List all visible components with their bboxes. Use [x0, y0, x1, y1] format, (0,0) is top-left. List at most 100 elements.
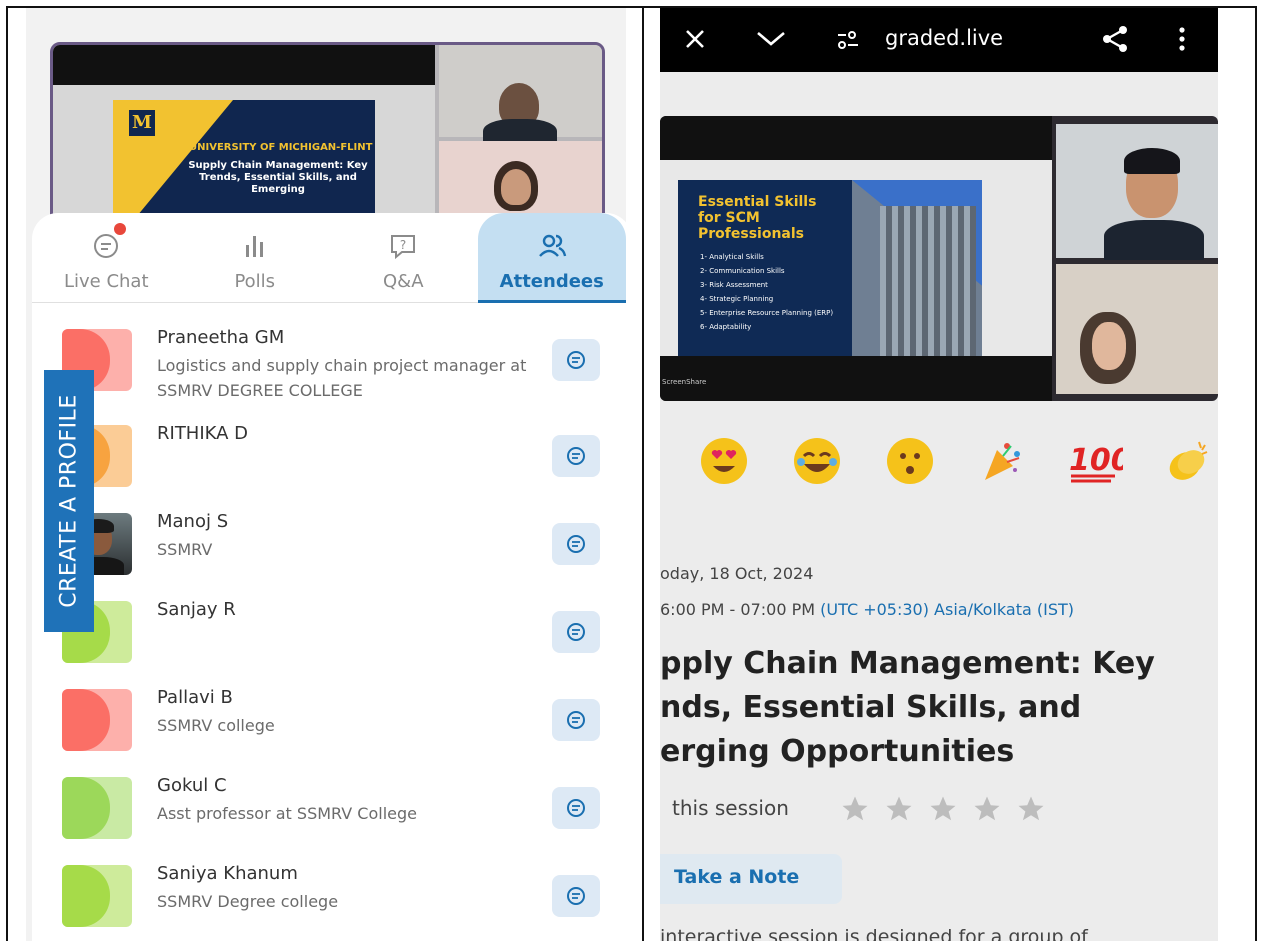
participant-camera: [1056, 264, 1218, 394]
star-icon[interactable]: [840, 794, 870, 828]
attendee-row[interactable]: RITHIKA D: [32, 409, 626, 497]
message-button[interactable]: [552, 699, 600, 741]
tab-live-chat[interactable]: Live Chat: [32, 213, 181, 302]
slide-item: 4- Strategic Planning: [700, 295, 774, 303]
svg-text:?: ?: [400, 238, 406, 252]
attendee-list: Praneetha GM Logistics and supply chain p…: [32, 313, 626, 937]
university-name: UNIVERSITY OF MICHIGAN-FLINT: [189, 142, 373, 153]
rate-label: this session: [672, 796, 789, 820]
video-stream[interactable]: M UNIVERSITY OF MICHIGAN-FLINT Supply Ch…: [50, 42, 605, 242]
screenshot-frame: M UNIVERSITY OF MICHIGAN-FLINT Supply Ch…: [6, 6, 1257, 941]
site-settings-icon[interactable]: [836, 30, 860, 50]
attendee-row[interactable]: Gokul C Asst professor at SSMRV College: [32, 761, 626, 849]
slide-item: 1- Analytical Skills: [700, 253, 764, 261]
attendee-name: Sanjay R: [157, 599, 236, 620]
message-button[interactable]: [552, 339, 600, 381]
star-icon[interactable]: [972, 794, 1002, 828]
attendee-row[interactable]: Manoj S SSMRV: [32, 497, 626, 585]
attendee-name: Praneetha GM: [157, 327, 285, 348]
star-icon[interactable]: [928, 794, 958, 828]
party-popper-emoji[interactable]: [974, 433, 1030, 489]
bar-chart-icon: [245, 236, 263, 257]
url-text[interactable]: graded.live: [885, 26, 1003, 50]
message-icon: [567, 351, 585, 369]
attendee-row[interactable]: Saniya Khanum SSMRV Degree college: [32, 849, 626, 937]
reaction-bar: 100: [696, 433, 1216, 493]
message-icon: [567, 887, 585, 905]
message-button[interactable]: [552, 523, 600, 565]
attendee-row[interactable]: Praneetha GM Logistics and supply chain p…: [32, 313, 626, 409]
avatar: [62, 865, 132, 927]
session-date: oday, 18 Oct, 2024: [660, 564, 814, 583]
star-icon[interactable]: [1016, 794, 1046, 828]
message-icon: [567, 711, 585, 729]
slide-item: 6- Adaptability: [700, 323, 752, 331]
session-title: pply Chain Management: Key nds, Essentia…: [660, 646, 1155, 769]
share-icon[interactable]: [1100, 24, 1130, 54]
attendee-name: Pallavi B: [157, 687, 233, 708]
star-rating: [840, 794, 1046, 828]
avatar: [62, 689, 132, 751]
engagement-panel: Live Chat Polls ? Q&A Attendees Praneeth…: [32, 213, 626, 941]
message-button[interactable]: [552, 787, 600, 829]
tab-bar: Live Chat Polls ? Q&A Attendees: [32, 213, 626, 303]
attendee-subtitle: SSMRV college: [157, 716, 275, 735]
left-panel: M UNIVERSITY OF MICHIGAN-FLINT Supply Ch…: [26, 8, 626, 941]
svg-text:100: 100: [1069, 443, 1123, 478]
divider: [642, 8, 644, 941]
create-profile-button[interactable]: CREATE A PROFILE: [44, 370, 94, 632]
speaker-camera: [439, 45, 602, 149]
attendee-row[interactable]: Pallavi B SSMRV college: [32, 673, 626, 761]
attendee-subtitle: SSMRV: [157, 540, 213, 559]
message-button[interactable]: [552, 875, 600, 917]
unread-badge: [114, 223, 126, 235]
close-icon[interactable]: [684, 28, 706, 50]
hundred-emoji[interactable]: 100: [1067, 433, 1123, 489]
laughing-emoji[interactable]: [789, 433, 845, 489]
screen-share: Essential Skills for SCM Professionals 1…: [660, 116, 1052, 401]
attendee-name: Saniya Khanum: [157, 863, 298, 884]
university-logo: M: [129, 110, 155, 136]
attendee-row[interactable]: Sanjay R: [32, 585, 626, 673]
speaker-camera: [1056, 124, 1218, 260]
screenshare-label: ScreenShare: [662, 378, 707, 386]
clapping-emoji[interactable]: [1160, 433, 1216, 489]
slide-title: Essential Skills for SCM Professionals: [698, 194, 817, 242]
tab-qa[interactable]: ? Q&A: [329, 213, 478, 302]
message-icon: [567, 447, 585, 465]
attendee-subtitle: Logistics and supply chain project manag…: [157, 356, 527, 400]
attendee-name: Gokul C: [157, 775, 227, 796]
question-bubble-icon: ?: [391, 235, 416, 260]
session-description: interactive session is designed for a gr…: [660, 926, 1088, 941]
video-stream[interactable]: Essential Skills for SCM Professionals 1…: [660, 116, 1218, 401]
star-icon[interactable]: [884, 794, 914, 828]
timezone-link[interactable]: (UTC +05:30) Asia/Kolkata (IST): [820, 600, 1074, 619]
attendee-subtitle: Asst professor at SSMRV College: [157, 804, 417, 823]
message-button[interactable]: [552, 435, 600, 477]
right-panel: graded.live Essential Skills for SCM Pro…: [660, 8, 1218, 941]
attendee-name: Manoj S: [157, 511, 229, 532]
building-image: [880, 206, 976, 356]
attendee-name: RITHIKA D: [157, 423, 249, 444]
tab-attendees[interactable]: Attendees: [477, 213, 626, 303]
take-note-button[interactable]: Take a Note: [660, 854, 842, 904]
chevron-down-icon[interactable]: [756, 30, 786, 48]
message-button[interactable]: [552, 611, 600, 653]
message-icon: [567, 623, 585, 641]
heart-eyes-emoji[interactable]: [696, 433, 752, 489]
more-options-icon[interactable]: [1178, 26, 1186, 52]
tab-polls[interactable]: Polls: [181, 213, 330, 302]
session-time: 6:00 PM - 07:00 PM (UTC +05:30) Asia/Kol…: [660, 600, 1074, 619]
avatar: [62, 777, 132, 839]
message-icon: [567, 799, 585, 817]
slide-title: Supply Chain Management: Key Trends, Ess…: [188, 160, 368, 195]
chat-bubble-icon: [94, 234, 119, 258]
slide-item: 5- Enterprise Resource Planning (ERP): [700, 309, 834, 317]
attendee-subtitle: SSMRV Degree college: [157, 892, 339, 911]
browser-toolbar: graded.live: [660, 8, 1218, 72]
slide-item: 3- Risk Assessment: [700, 281, 768, 289]
users-icon: [538, 234, 566, 257]
slide-item: 2- Communication Skills: [700, 267, 785, 275]
surprised-emoji[interactable]: [882, 433, 938, 489]
message-icon: [567, 535, 585, 553]
